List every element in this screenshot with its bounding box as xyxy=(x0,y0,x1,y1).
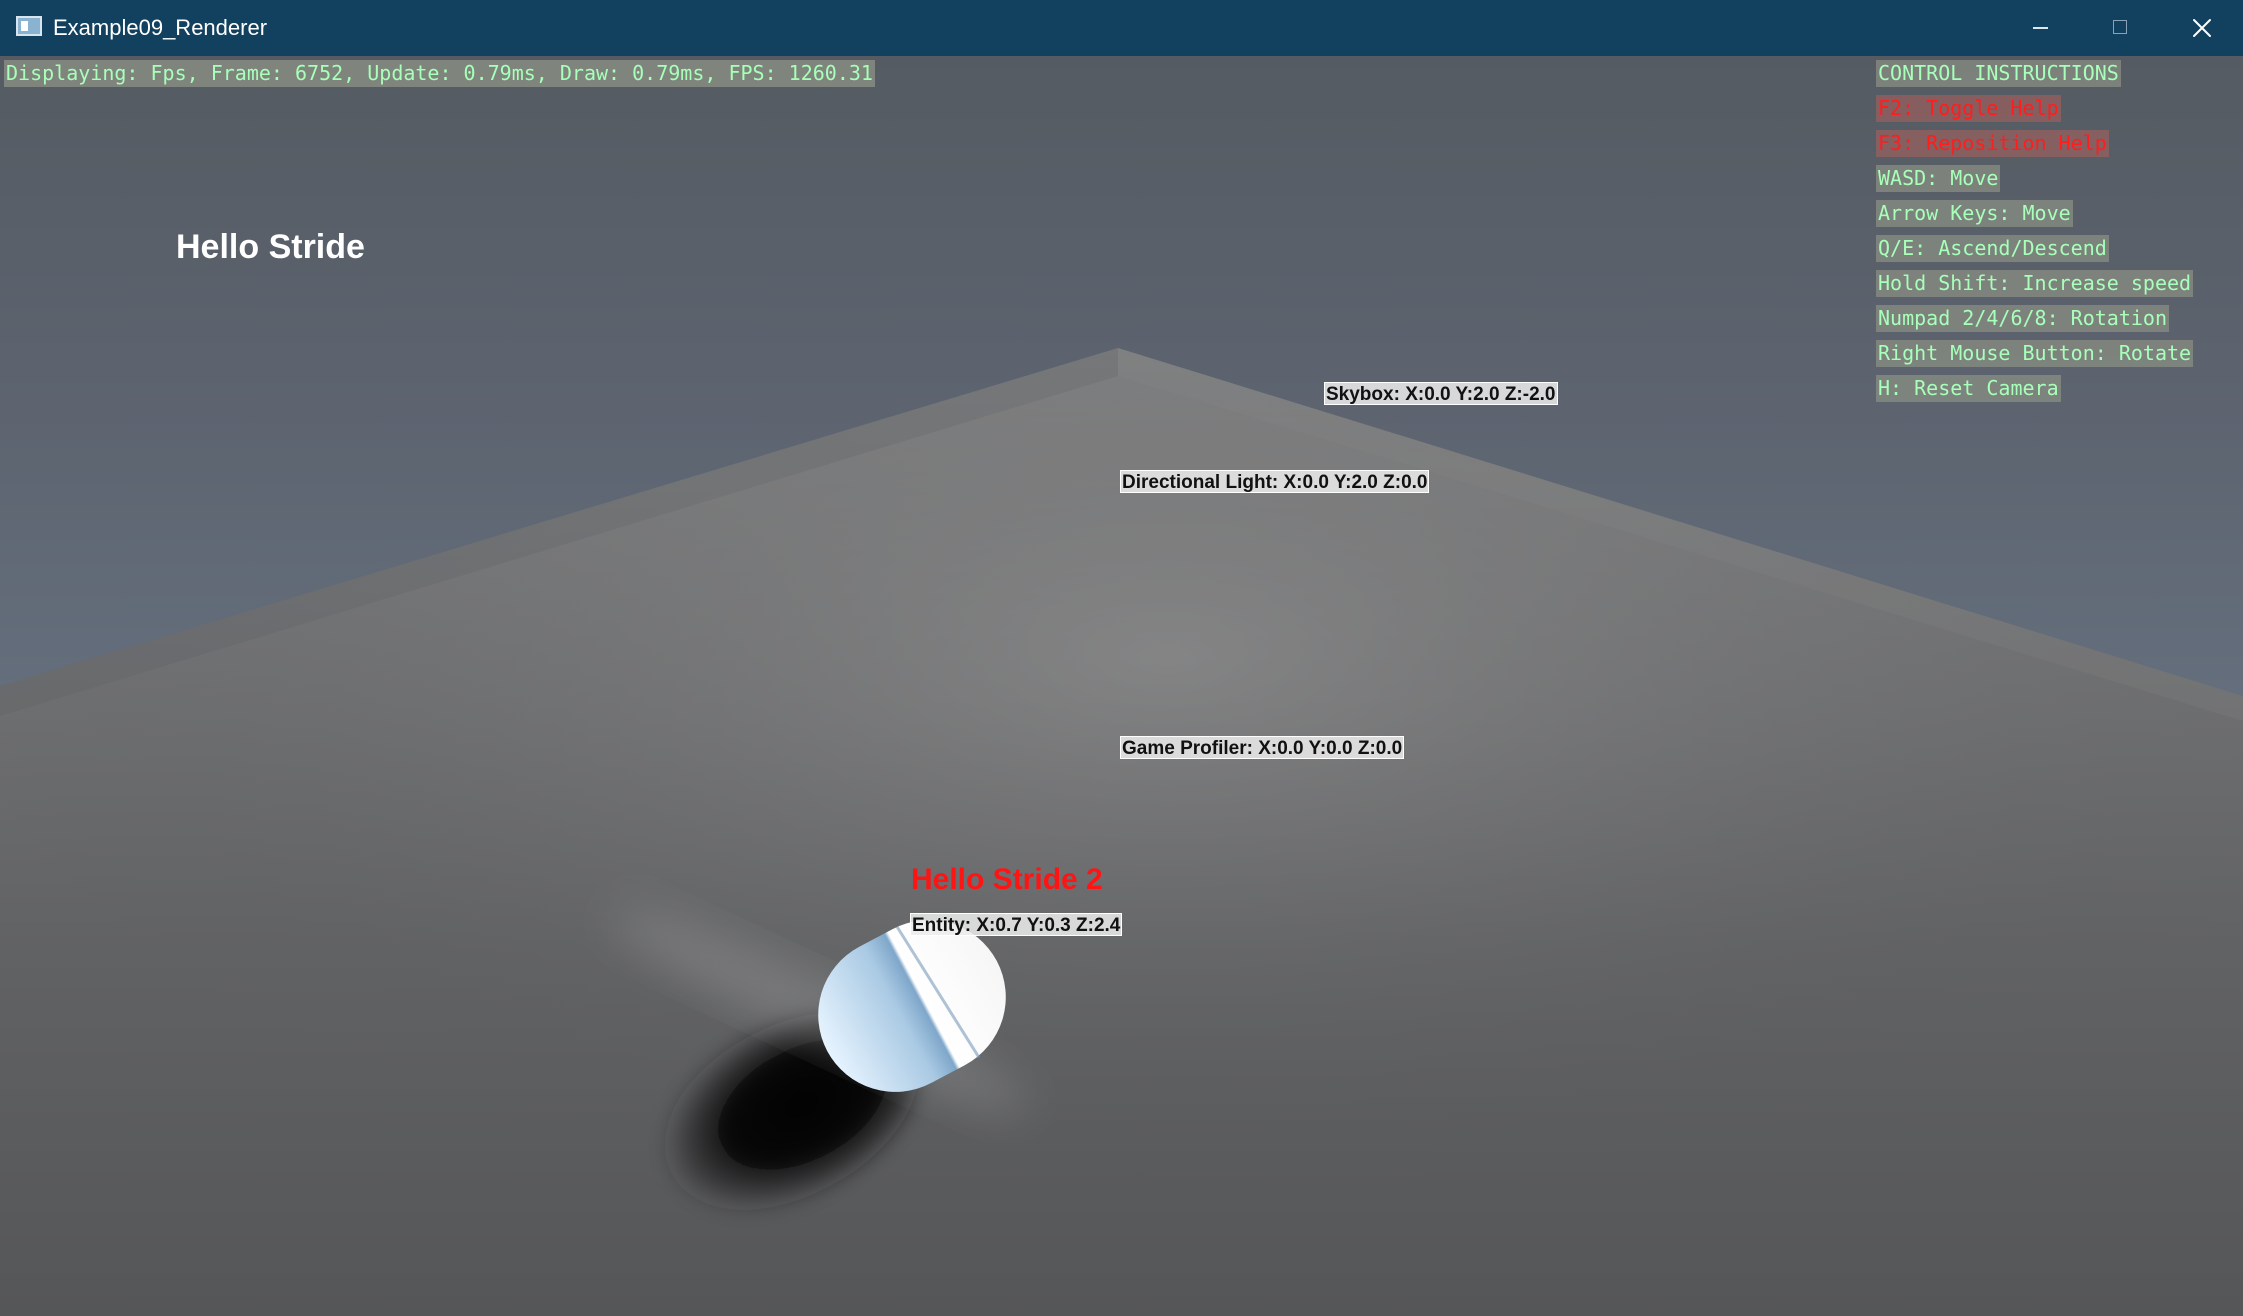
help-toggle-line: F2: Toggle Help xyxy=(1876,95,2061,122)
skybox-label: Skybox: X:0.0 Y:2.0 Z:-2.0 xyxy=(1324,382,1558,405)
maximize-button[interactable] xyxy=(2080,0,2160,56)
entity-title-label: Hello Stride 2 xyxy=(911,863,1103,896)
window-title: Example09_Renderer xyxy=(53,15,268,40)
entity-position-label: Entity: X:0.7 Y:0.3 Z:2.4 xyxy=(910,913,1123,936)
help-ascend-descend-line: Q/E: Ascend/Descend xyxy=(1876,235,2109,262)
help-wasd-line: WASD: Move xyxy=(1876,165,2001,192)
title-bar[interactable]: Example09_Renderer xyxy=(0,0,2243,56)
directional-light-label: Directional Light: X:0.0 Y:2.0 Z:0.0 xyxy=(1120,470,1430,493)
help-mouse-rotate-line: Right Mouse Button: Rotate xyxy=(1876,340,2194,367)
fps-status-overlay: Displaying: Fps, Frame: 6752, Update: 0.… xyxy=(4,60,875,87)
minimize-icon xyxy=(2033,27,2048,29)
hello-stride-text: Hello Stride xyxy=(176,228,365,266)
help-reposition-line: F3: Reposition Help xyxy=(1876,130,2109,157)
help-title: CONTROL INSTRUCTIONS xyxy=(1876,60,2121,87)
application-window: Example09_Renderer Displaying: Fps, Fram… xyxy=(0,0,2243,1316)
minimize-button[interactable] xyxy=(2000,0,2080,56)
help-reset-camera-line: H: Reset Camera xyxy=(1876,375,2061,402)
app-window-icon-pane xyxy=(21,21,28,31)
app-window-icon xyxy=(16,16,42,36)
close-button[interactable] xyxy=(2162,0,2242,56)
help-rotation-line: Numpad 2/4/6/8: Rotation xyxy=(1876,305,2169,332)
render-viewport[interactable]: Displaying: Fps, Frame: 6752, Update: 0.… xyxy=(0,56,2243,1316)
help-arrow-keys-line: Arrow Keys: Move xyxy=(1876,200,2073,227)
help-speed-line: Hold Shift: Increase speed xyxy=(1876,270,2194,297)
close-icon xyxy=(2193,19,2211,37)
game-profiler-label: Game Profiler: X:0.0 Y:0.0 Z:0.0 xyxy=(1120,736,1405,759)
maximize-icon xyxy=(2113,20,2127,34)
